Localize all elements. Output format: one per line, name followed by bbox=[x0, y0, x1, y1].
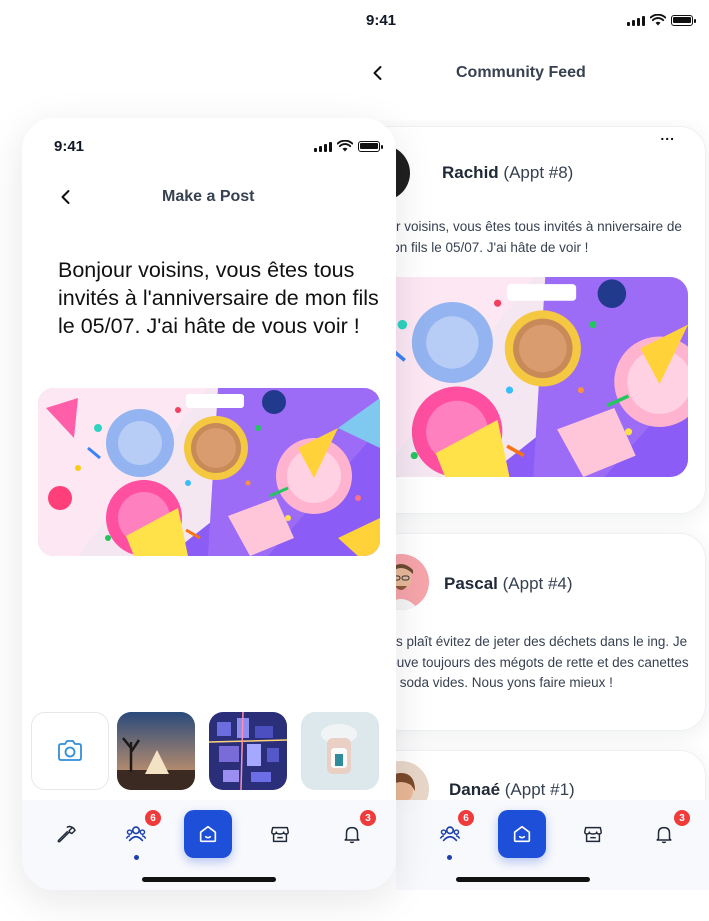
tab-home[interactable] bbox=[498, 810, 546, 858]
home-indicator bbox=[456, 877, 590, 882]
attached-image[interactable] bbox=[38, 388, 380, 556]
more-options-icon[interactable]: ... bbox=[660, 127, 675, 143]
notifications-badge: 3 bbox=[674, 810, 690, 826]
tab-home[interactable] bbox=[184, 810, 232, 858]
signal-icon bbox=[314, 141, 332, 152]
media-picker bbox=[31, 712, 396, 792]
city-aerial-photo bbox=[209, 712, 287, 790]
page-title: Community Feed bbox=[456, 64, 586, 81]
store-icon bbox=[584, 826, 602, 843]
tab-bar: 6 3 bbox=[396, 800, 709, 890]
post-author: Pascal (Appt #4) bbox=[444, 574, 573, 593]
battery-icon bbox=[671, 14, 696, 26]
post-text-input[interactable]: Bonjour voisins, vous êtes tous invités … bbox=[58, 256, 388, 340]
users-icon bbox=[125, 826, 147, 842]
status-time: 9:41 bbox=[366, 12, 397, 29]
camera-icon bbox=[58, 740, 82, 761]
post-author: Rachid (Appt #8) bbox=[442, 163, 574, 182]
community-badge: 6 bbox=[458, 810, 474, 826]
wifi-icon bbox=[650, 14, 666, 26]
tab-store[interactable] bbox=[578, 819, 608, 849]
tab-store[interactable] bbox=[265, 819, 295, 849]
community-badge: 6 bbox=[145, 810, 161, 826]
make-post-screen: 9:41 Make a Post Bonjour voisins, vous ê… bbox=[22, 118, 396, 890]
chevron-left-icon[interactable] bbox=[56, 187, 76, 207]
gallery-thumbnail[interactable] bbox=[301, 712, 379, 790]
status-bar: 9:41 bbox=[22, 138, 396, 162]
home-icon bbox=[199, 825, 217, 843]
battery-icon bbox=[358, 140, 383, 152]
bell-icon bbox=[344, 826, 360, 844]
gallery-thumbnail[interactable] bbox=[117, 712, 195, 790]
chevron-left-icon[interactable] bbox=[368, 63, 388, 83]
app-showcase: 9:41 Community Feed ... Rachid (Appt #8)… bbox=[0, 0, 709, 921]
tab-notifications[interactable] bbox=[649, 819, 679, 849]
post-author: Danaé (Appt #1) bbox=[449, 780, 575, 799]
users-icon bbox=[439, 826, 461, 842]
product-photo bbox=[301, 712, 379, 790]
active-indicator bbox=[134, 855, 139, 860]
wrench-icon bbox=[57, 825, 76, 843]
post-image[interactable] bbox=[381, 277, 688, 477]
home-icon bbox=[513, 825, 531, 843]
post-text: ous plaît évitez de jeter des déchets da… bbox=[381, 634, 689, 690]
home-indicator bbox=[142, 877, 276, 882]
gallery-thumbnail[interactable] bbox=[209, 712, 287, 790]
status-time: 9:41 bbox=[54, 138, 85, 155]
store-icon bbox=[271, 826, 289, 843]
desert-tent-photo bbox=[117, 712, 195, 790]
bell-icon bbox=[656, 826, 672, 844]
wifi-icon bbox=[337, 140, 353, 152]
tab-bar: 6 3 bbox=[22, 800, 396, 890]
status-bar: 9:41 bbox=[336, 12, 709, 36]
page-title: Make a Post bbox=[162, 188, 255, 205]
notifications-badge: 3 bbox=[360, 810, 376, 826]
signal-icon bbox=[627, 15, 645, 26]
tab-services[interactable] bbox=[50, 819, 80, 849]
active-indicator bbox=[447, 855, 452, 860]
camera-button[interactable] bbox=[31, 712, 109, 790]
post-text: our voisins, vous êtes tous invités à nn… bbox=[381, 219, 682, 255]
